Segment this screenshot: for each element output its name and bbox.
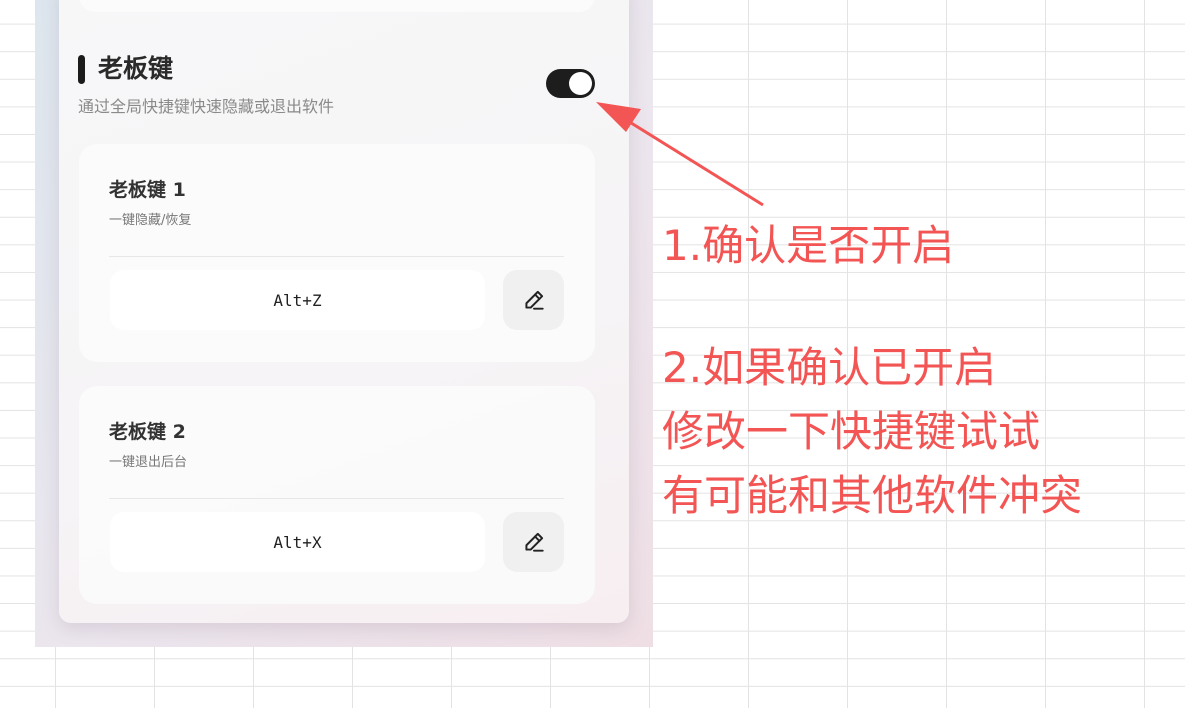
annotation-step1: 1.确认是否开启 — [662, 221, 955, 270]
annotation-arrow — [596, 102, 764, 207]
annotation-step2-line1: 2.如果确认已开启 — [662, 343, 997, 392]
annotation-step2-line3: 有可能和其他软件冲突 — [662, 471, 1083, 520]
annotation-step2-line2: 修改一下快捷键试试 — [662, 407, 1041, 456]
